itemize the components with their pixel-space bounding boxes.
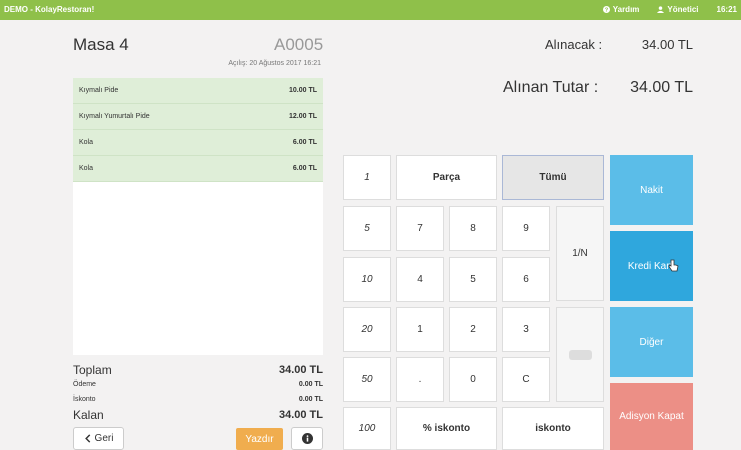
- key-2[interactable]: 2: [449, 307, 497, 352]
- key-dot[interactable]: .: [396, 357, 444, 402]
- user-label: Yönetici: [667, 5, 699, 14]
- remaining-line: Kalan 34.00 TL: [73, 407, 323, 422]
- key-9[interactable]: 9: [502, 206, 550, 251]
- totals-panel: Toplam 34.00 TL Ödeme 0.00 TL İskonto 0.…: [73, 362, 323, 422]
- payment-line: Ödeme 0.00 TL: [73, 377, 323, 392]
- toggle-indicator: [568, 349, 592, 360]
- percent-discount-button[interactable]: % iskonto: [396, 407, 497, 450]
- hand-cursor-icon: [668, 259, 679, 272]
- to-receive-label: Alınacak :: [545, 37, 603, 52]
- remaining-label: Kalan: [73, 407, 104, 422]
- clear-button[interactable]: C: [502, 357, 550, 402]
- back-button[interactable]: Geri: [73, 427, 124, 450]
- chevron-left-icon: [84, 434, 90, 443]
- quick-5-button[interactable]: 5: [343, 206, 391, 251]
- payment-value: 0.00 TL: [298, 381, 323, 388]
- to-receive-value: 34.00 TL: [641, 37, 693, 52]
- key-1[interactable]: 1: [396, 307, 444, 352]
- key-5[interactable]: 5: [449, 257, 497, 302]
- cash-button[interactable]: Nakit: [610, 155, 693, 225]
- all-button[interactable]: Tümü: [502, 155, 604, 200]
- quick-1-button[interactable]: 1: [343, 155, 391, 200]
- svg-text:?: ?: [605, 8, 609, 13]
- quick-100-button[interactable]: 100: [343, 407, 391, 450]
- discount-line: İskonto 0.00 TL: [73, 392, 323, 407]
- received-value: 34.00 TL: [630, 79, 693, 96]
- total-value: 34.00 TL: [278, 363, 323, 376]
- opened-time: Açılış: 20 Ağustos 2017 16:21: [228, 60, 321, 67]
- split-button[interactable]: 1/N: [556, 206, 604, 301]
- top-bar: DEMO - KolayRestoran! ? Yardım Yönetici …: [0, 0, 741, 20]
- key-7[interactable]: 7: [396, 206, 444, 251]
- received-label: Alınan Tutar :: [503, 79, 599, 96]
- quick-50-button[interactable]: 50: [343, 357, 391, 402]
- item-price: 6.00 TL: [292, 165, 317, 172]
- part-button[interactable]: Parça: [396, 155, 497, 200]
- other-payment-button[interactable]: Diğer: [610, 307, 693, 377]
- order-items-list: Kıymalı Pide 10.00 TL Kıymalı Yumurtalı …: [73, 78, 323, 355]
- quick-10-button[interactable]: 10: [343, 257, 391, 302]
- table-title: Masa 4: [73, 35, 129, 54]
- credit-card-button[interactable]: Kredi Kartı: [610, 231, 693, 301]
- user-icon: [657, 6, 665, 13]
- list-item[interactable]: Kola 6.00 TL: [73, 130, 323, 156]
- discount-button[interactable]: iskonto: [502, 407, 604, 450]
- item-price: 6.00 TL: [292, 139, 317, 146]
- key-8[interactable]: 8: [449, 206, 497, 251]
- help-label: Yardım: [612, 5, 640, 14]
- list-item[interactable]: Kola 6.00 TL: [73, 156, 323, 182]
- info-icon: [301, 433, 313, 444]
- key-4[interactable]: 4: [396, 257, 444, 302]
- list-item[interactable]: Kıymalı Pide 10.00 TL: [73, 78, 323, 104]
- key-0[interactable]: 0: [449, 357, 497, 402]
- item-price: 10.00 TL: [288, 87, 317, 94]
- print-button[interactable]: Yazdır: [236, 428, 283, 450]
- quick-20-button[interactable]: 20: [343, 307, 391, 352]
- list-item[interactable]: Kıymalı Yumurtalı Pide 12.00 TL: [73, 104, 323, 130]
- user-menu[interactable]: Yönetici: [657, 5, 699, 14]
- total-line: Toplam 34.00 TL: [73, 362, 323, 377]
- back-label: Geri: [94, 433, 114, 444]
- total-label: Toplam: [73, 362, 112, 377]
- item-name: Kıymalı Yumurtalı Pide: [79, 113, 150, 120]
- item-name: Kıymalı Pide: [79, 87, 119, 94]
- item-name: Kola: [79, 139, 94, 146]
- discount-label: İskonto: [73, 396, 96, 403]
- item-price: 12.00 TL: [288, 113, 317, 120]
- toggle-button[interactable]: [556, 307, 604, 402]
- key-6[interactable]: 6: [502, 257, 550, 302]
- close-check-button[interactable]: Adisyon Kapat: [610, 383, 693, 450]
- order-number: A0005: [274, 35, 324, 54]
- clock: 16:21: [716, 5, 737, 14]
- help-link[interactable]: ? Yardım: [602, 5, 640, 14]
- key-3[interactable]: 3: [502, 307, 550, 352]
- help-icon: ?: [602, 6, 610, 13]
- remaining-value: 34.00 TL: [278, 408, 323, 421]
- info-button[interactable]: [291, 427, 323, 450]
- payment-label: Ödeme: [73, 381, 96, 388]
- discount-value: 0.00 TL: [298, 396, 323, 403]
- app-brand[interactable]: DEMO - KolayRestoran!: [4, 5, 94, 14]
- item-name: Kola: [79, 165, 94, 172]
